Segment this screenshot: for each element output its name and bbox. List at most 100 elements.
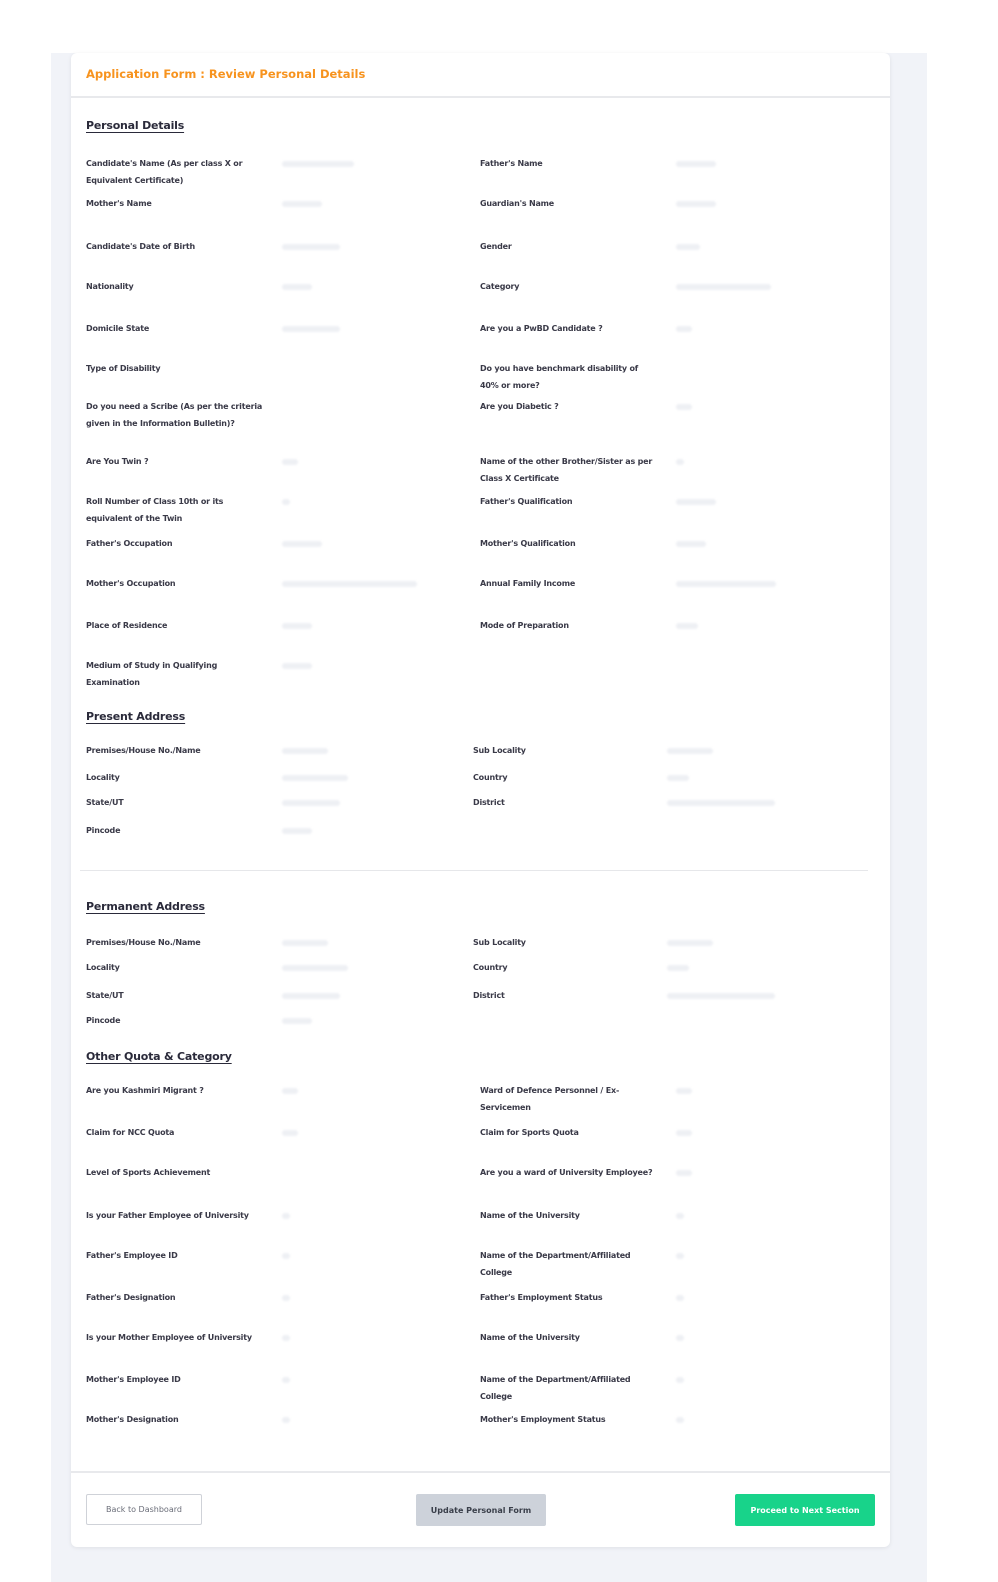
section-divider (80, 870, 868, 871)
title-divider (71, 96, 890, 98)
label-father-employment-status: Father's Employment Status (480, 1293, 603, 1302)
label-twin: Are You Twin ? (86, 457, 149, 466)
redacted-value (282, 541, 322, 547)
label-scribe: Do you need a Scribe (As per the criteri… (86, 402, 263, 428)
label-mother-department: Name of the Department/Affiliated Colleg… (480, 1375, 631, 1401)
redacted-value (282, 965, 348, 971)
label-guardian-name: Guardian's Name (480, 199, 555, 208)
redacted-value (676, 1335, 684, 1341)
label-disability-type: Type of Disability (86, 364, 161, 373)
label-benchmark-disability: Do you have benchmark disability of 40% … (480, 364, 639, 390)
redacted-value (667, 775, 689, 781)
redacted-value (676, 1170, 692, 1176)
redacted-value (676, 404, 692, 410)
label-mother-university-name: Name of the University (480, 1333, 580, 1342)
redacted-value (282, 623, 312, 629)
redacted-value (667, 993, 775, 999)
redacted-value (282, 800, 340, 806)
label-mother-employment-status: Mother's Employment Status (480, 1415, 606, 1424)
section-personal-details: Personal Details (86, 119, 185, 132)
proceed-next-section-button[interactable]: Proceed to Next Section (735, 1494, 875, 1526)
label-permanent-country: Country (473, 963, 508, 972)
back-to-dashboard-button[interactable]: Back to Dashboard (86, 1494, 202, 1525)
label-study-medium: Medium of Study in Qualifying Examinatio… (86, 661, 218, 687)
review-form-card: Application Form : Review Personal Detai… (71, 53, 890, 1547)
redacted-value (282, 244, 340, 250)
redacted-value (676, 541, 706, 547)
redacted-value (676, 284, 771, 290)
label-permanent-pincode: Pincode (86, 1016, 121, 1025)
label-present-sub-locality: Sub Locality (473, 746, 526, 755)
label-domicile-state: Domicile State (86, 324, 150, 333)
redacted-value (676, 623, 698, 629)
redacted-value (282, 1253, 290, 1259)
redacted-value (282, 326, 340, 332)
label-twin-name: Name of the other Brother/Sister as per … (480, 457, 653, 483)
label-father-occupation: Father's Occupation (86, 539, 173, 548)
redacted-value (667, 965, 689, 971)
label-father-employee-id: Father's Employee ID (86, 1251, 178, 1260)
label-preparation-mode: Mode of Preparation (480, 621, 569, 630)
redacted-value (676, 499, 716, 505)
redacted-value (282, 1213, 290, 1219)
redacted-value (282, 1130, 298, 1136)
label-twin-roll-number: Roll Number of Class 10th or its equival… (86, 497, 224, 523)
label-family-income: Annual Family Income (480, 579, 576, 588)
label-present-locality: Locality (86, 773, 120, 782)
redacted-value (676, 1253, 684, 1259)
redacted-value (282, 1295, 290, 1301)
redacted-value (282, 1417, 290, 1423)
label-mother-designation: Mother's Designation (86, 1415, 179, 1424)
label-mother-occupation: Mother's Occupation (86, 579, 176, 588)
label-residence: Place of Residence (86, 621, 168, 630)
label-ncc-quota: Claim for NCC Quota (86, 1128, 175, 1137)
redacted-value (676, 1377, 684, 1383)
redacted-value (676, 1130, 692, 1136)
label-present-country: Country (473, 773, 508, 782)
label-mother-employee-id: Mother's Employee ID (86, 1375, 181, 1384)
label-father-name: Father's Name (480, 159, 543, 168)
label-category: Category (480, 282, 520, 291)
label-permanent-district: District (473, 991, 505, 1000)
label-mother-university-employee: Is your Mother Employee of University (86, 1333, 252, 1342)
label-father-designation: Father's Designation (86, 1293, 176, 1302)
redacted-value (282, 993, 340, 999)
redacted-value (282, 1377, 290, 1383)
redacted-value (667, 800, 775, 806)
redacted-value (282, 459, 298, 465)
redacted-value (282, 201, 322, 207)
redacted-value (676, 1213, 684, 1219)
redacted-value (676, 326, 692, 332)
update-personal-form-button[interactable]: Update Personal Form (416, 1494, 546, 1526)
label-father-university-name: Name of the University (480, 1211, 580, 1220)
label-permanent-sub-locality: Sub Locality (473, 938, 526, 947)
redacted-value (282, 1335, 290, 1341)
label-candidate-name: Candidate's Name (As per class X or Equi… (86, 159, 243, 185)
label-present-district: District (473, 798, 505, 807)
label-father-qualification: Father's Qualification (480, 497, 573, 506)
redacted-value (676, 1417, 684, 1423)
section-permanent-address: Permanent Address (86, 900, 205, 913)
redacted-value (282, 663, 312, 669)
section-other-quota: Other Quota & Category (86, 1050, 232, 1063)
redacted-value (667, 748, 713, 754)
label-permanent-state: State/UT (86, 991, 124, 1000)
redacted-value (282, 940, 328, 946)
footer-divider (71, 1471, 890, 1473)
label-gender: Gender (480, 242, 512, 251)
redacted-value (676, 459, 684, 465)
label-diabetic: Are you Diabetic ? (480, 402, 559, 411)
redacted-value (282, 161, 354, 167)
label-present-state: State/UT (86, 798, 124, 807)
redacted-value (282, 775, 348, 781)
label-kashmiri-migrant: Are you Kashmiri Migrant ? (86, 1086, 204, 1095)
label-mother-qualification: Mother's Qualification (480, 539, 576, 548)
label-permanent-premises: Premises/House No./Name (86, 938, 201, 947)
redacted-value (282, 284, 312, 290)
redacted-value (282, 1088, 298, 1094)
redacted-value (676, 581, 776, 587)
label-father-department: Name of the Department/Affiliated Colleg… (480, 1251, 631, 1277)
label-present-premises: Premises/House No./Name (86, 746, 201, 755)
label-sports-quota: Claim for Sports Quota (480, 1128, 579, 1137)
redacted-value (282, 499, 290, 505)
